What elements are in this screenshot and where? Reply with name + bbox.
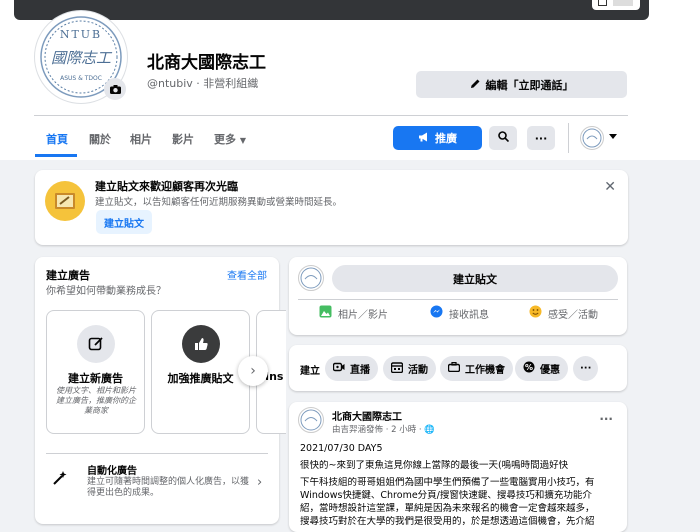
magic-wand-icon bbox=[49, 467, 71, 489]
job-button[interactable]: 工作機會 bbox=[440, 356, 513, 381]
welcome-title: 建立貼文來歡迎顧客再次光臨 bbox=[95, 180, 238, 193]
create-ad-card: 建立廣告 你希望如何帶動業務成長？ 查看全部 建立新廣告 使用文字、相片和影片建… bbox=[35, 257, 286, 524]
automated-ads-description: 建立可隨著時間調整的個人化廣告，以獲得更出色的成果。 bbox=[87, 477, 250, 498]
tab-home[interactable]: 首頁 bbox=[46, 131, 68, 147]
search-button[interactable] bbox=[489, 126, 517, 150]
edit-square-icon bbox=[77, 325, 115, 363]
close-icon[interactable]: ✕ bbox=[604, 179, 616, 195]
photo-video-label: 相片／影片 bbox=[338, 309, 388, 321]
create-post-button[interactable]: 建立貼文 bbox=[96, 210, 152, 234]
promote-label: 推廣 bbox=[435, 132, 457, 145]
messenger-icon bbox=[430, 305, 443, 321]
bulletin-board-icon bbox=[45, 181, 85, 221]
search-icon bbox=[497, 131, 509, 145]
event-button[interactable]: 活動 bbox=[383, 356, 436, 381]
photo-icon bbox=[319, 305, 332, 321]
page-handle-category: @ntubiv · 非營利組織 bbox=[147, 77, 259, 90]
promote-button[interactable]: 推廣 bbox=[393, 126, 482, 150]
post-options-icon[interactable]: ··· bbox=[599, 412, 613, 426]
quick-create-card: 建立 直播 活動 工作機會 % 優惠 ··· bbox=[289, 345, 627, 391]
post-author-avatar[interactable] bbox=[298, 407, 324, 433]
calendar-icon bbox=[390, 361, 404, 376]
quick-create-label: 建立 bbox=[300, 366, 320, 377]
more-options-button[interactable]: ··· bbox=[527, 126, 555, 150]
megaphone-icon bbox=[418, 132, 430, 145]
logo-text-top: NTUB bbox=[60, 28, 102, 41]
more-icon: ··· bbox=[580, 363, 592, 374]
thumbs-up-icon bbox=[182, 325, 220, 363]
toolbar-separator bbox=[568, 123, 569, 153]
caret-down-icon[interactable] bbox=[609, 134, 617, 139]
smiley-icon bbox=[529, 305, 542, 321]
page-avatar bbox=[298, 265, 324, 291]
feeling-activity-action[interactable]: 感受／活動 bbox=[529, 305, 598, 321]
ad-tile-label: 建立新廣告 bbox=[68, 372, 123, 385]
chevron-right-icon[interactable]: › bbox=[238, 356, 268, 386]
ad-tile-description: 使用文字、相片和影片建立廣告，推廣你的企業商家 bbox=[56, 386, 136, 415]
event-label: 活動 bbox=[408, 365, 428, 376]
photo-video-action[interactable]: 相片／影片 bbox=[319, 305, 388, 321]
post-text-line: 搜尋技巧對於在大學的我們是很受用的，於是想透過這個機會，先介紹 bbox=[300, 516, 595, 527]
post-meta-text: 由吉羿涵發佈 · 2 小時 · bbox=[332, 425, 425, 435]
active-tab-indicator bbox=[35, 154, 77, 157]
logo-text-main: 國際志工 bbox=[51, 49, 113, 67]
composer-divider bbox=[298, 299, 618, 300]
edit-cover-button[interactable] bbox=[592, 0, 640, 10]
post-text-line: 紹，當時想設計這堂課，單純是因為未來報名的機會一定會越來越多， bbox=[300, 503, 595, 514]
ad-tile-boost[interactable]: 加強推廣貼文 bbox=[151, 310, 250, 434]
page-header: NTUB 國際志工 ASUS & TDOC 北商大國際志工 @ntubiv · … bbox=[0, 0, 700, 160]
more-icon: ··· bbox=[534, 131, 548, 145]
live-video-button[interactable]: 直播 bbox=[325, 356, 378, 381]
ads-divider bbox=[46, 453, 268, 454]
tab-more-label: 更多 bbox=[214, 133, 236, 146]
globe-icon: 🌐 bbox=[424, 425, 435, 435]
job-label: 工作機會 bbox=[465, 365, 505, 376]
welcome-prompt-card: 建立貼文來歡迎顧客再次光臨 建立貼文，以告知顧客任何近期服務異動或營業時間延長。… bbox=[35, 170, 628, 245]
page-title: 北商大國際志工 bbox=[147, 53, 266, 73]
tab-more[interactable]: 更多 ▼ bbox=[214, 131, 246, 147]
edit-call-button[interactable]: 編輯「立即通話」 bbox=[416, 71, 627, 98]
offer-tag-icon: % bbox=[523, 361, 535, 376]
feeling-activity-label: 感受／活動 bbox=[548, 309, 598, 321]
feed-post: 北商大國際志工 由吉羿涵發佈 · 2 小時 · 🌐 ··· 2021/07/30… bbox=[289, 402, 627, 532]
page-switcher-avatar[interactable] bbox=[580, 126, 604, 150]
pencil-icon bbox=[470, 78, 481, 92]
tab-about[interactable]: 關於 bbox=[89, 131, 111, 147]
create-post-input[interactable]: 建立貼文 bbox=[332, 265, 618, 292]
cover-photo bbox=[14, 0, 649, 20]
video-camera-icon bbox=[332, 362, 345, 375]
ad-tile-create[interactable]: 建立新廣告 使用文字、相片和影片建立廣告，推廣你的企業商家 bbox=[46, 310, 145, 434]
receive-messages-action[interactable]: 接收訊息 bbox=[430, 305, 489, 321]
edit-call-label: 編輯「立即通話」 bbox=[485, 78, 574, 92]
live-label: 直播 bbox=[350, 365, 370, 376]
tab-photos[interactable]: 相片 bbox=[130, 131, 152, 147]
quick-more-button[interactable]: ··· bbox=[573, 356, 599, 381]
ads-subtitle: 你希望如何帶動業務成長？ bbox=[46, 286, 166, 297]
post-composer-card: 建立貼文 相片／影片 接收訊息 感受／活動 bbox=[289, 257, 627, 335]
ad-tile-label: 加強推廣貼文 bbox=[167, 372, 234, 385]
post-author-name[interactable]: 北商大國際志工 bbox=[332, 408, 402, 423]
briefcase-icon bbox=[447, 361, 461, 375]
see-all-link[interactable]: 查看全部 bbox=[227, 267, 267, 282]
svg-text:%: % bbox=[525, 363, 533, 372]
ads-title: 建立廣告 bbox=[46, 269, 90, 282]
logo-text-bottom: ASUS & TDOC bbox=[60, 75, 102, 82]
welcome-description: 建立貼文，以告知顧客任何近期服務異動或營業時間延長。 bbox=[95, 197, 343, 208]
tab-videos[interactable]: 影片 bbox=[172, 131, 194, 147]
post-text-line: 2021/07/30 DAY5 bbox=[300, 443, 383, 454]
caret-down-icon: ▼ bbox=[239, 136, 246, 145]
receive-messages-label: 接收訊息 bbox=[449, 309, 489, 321]
automated-ads-title[interactable]: 自動化廣告 bbox=[87, 462, 137, 477]
post-text-line: 下午科技組的哥哥姐姐們為國中學生們預備了一些電腦實用小技巧，有 bbox=[300, 477, 595, 488]
chevron-right-icon[interactable]: › bbox=[257, 475, 262, 490]
camera-icon[interactable] bbox=[104, 78, 126, 100]
offer-button[interactable]: % 優惠 bbox=[515, 356, 568, 381]
post-text-line: Windows快捷鍵、Chrome分頁/搜窗快速鍵、搜尋技巧和擴充功能介 bbox=[300, 490, 592, 501]
post-meta: 由吉羿涵發佈 · 2 小時 · 🌐 bbox=[332, 423, 435, 435]
header-divider bbox=[34, 115, 628, 116]
post-text-line: 很快的~來到了東魚這見你線上當隊的最後一天(嗚嗚時間過好快 bbox=[300, 460, 569, 471]
offer-label: 優惠 bbox=[540, 365, 560, 376]
